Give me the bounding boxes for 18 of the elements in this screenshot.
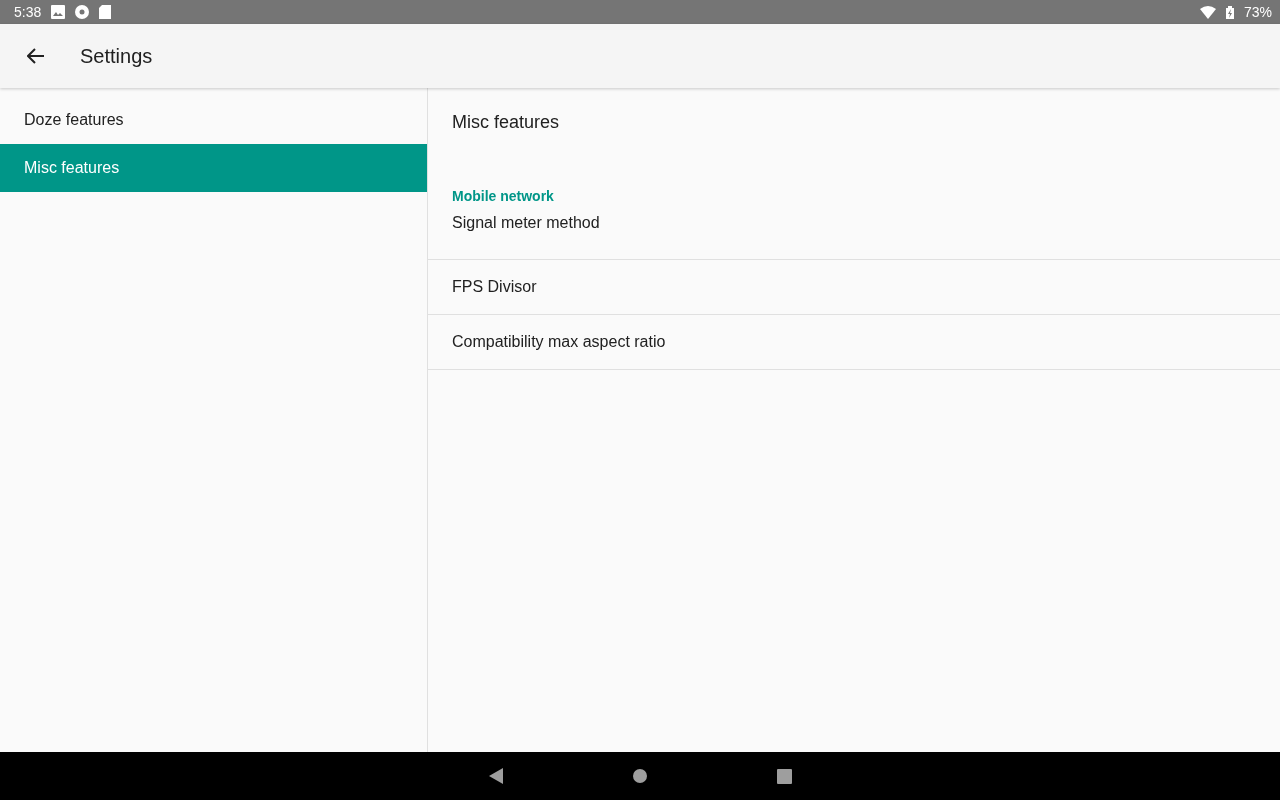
app-bar-title: Settings xyxy=(80,44,153,68)
battery-percentage: 73% xyxy=(1243,4,1272,20)
back-arrow-icon xyxy=(27,48,45,64)
category-header: Mobile network xyxy=(452,188,554,204)
back-triangle-icon[interactable] xyxy=(488,768,503,784)
overview-square-icon[interactable] xyxy=(776,768,792,784)
detail-title: Misc features xyxy=(452,112,560,132)
preference-item[interactable]: Signal meter method xyxy=(452,214,600,232)
preference-item[interactable]: FPS Divisor xyxy=(452,278,537,296)
image-icon xyxy=(51,5,66,19)
sidebar-item[interactable]: Misc features xyxy=(0,144,427,192)
sidebar-item[interactable]: Doze features xyxy=(0,96,427,144)
sd-card-icon xyxy=(99,5,112,19)
home-circle-icon[interactable] xyxy=(632,769,647,783)
preference-item[interactable]: Compatibility max aspect ratio xyxy=(452,333,666,351)
battery-charging-icon xyxy=(1225,5,1234,19)
status-time: 5:38 xyxy=(14,4,42,20)
wifi-icon xyxy=(1199,5,1216,19)
